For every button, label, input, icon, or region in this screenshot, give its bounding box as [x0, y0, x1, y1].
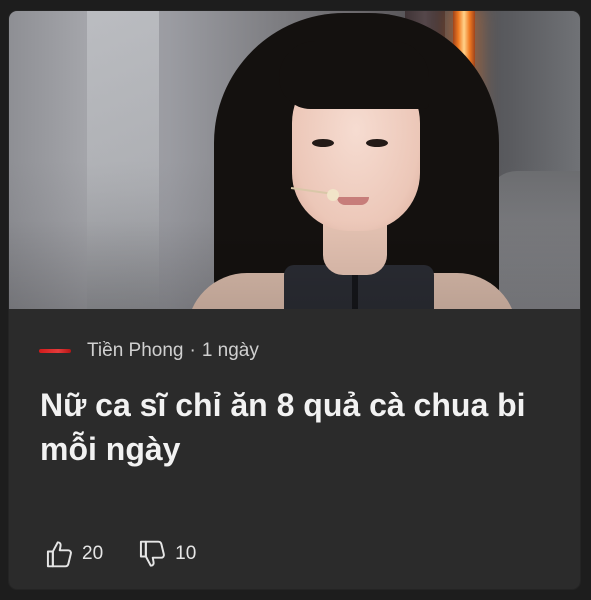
article-headline[interactable]: Nữ ca sĩ chỉ ăn 8 quả cà chua bi mỗi ngà…: [40, 383, 560, 471]
article-meta: Tiền Phong · 1 ngày: [39, 339, 259, 363]
dislike-count: 10: [175, 543, 197, 564]
reactions-bar: 20 10: [44, 536, 196, 572]
like-button[interactable]: 20: [44, 538, 103, 570]
article-age: 1 ngày: [201, 340, 259, 361]
source-name[interactable]: Tiền Phong: [87, 340, 183, 362]
meta-separator: ·: [189, 340, 196, 361]
thumbs-down-icon: [137, 538, 167, 570]
article-image[interactable]: [9, 11, 580, 309]
source-logo: [39, 346, 71, 356]
like-count: 20: [82, 543, 104, 564]
thumbs-up-icon: [44, 538, 74, 570]
news-card[interactable]: Tiền Phong · 1 ngày Nữ ca sĩ chỉ ăn 8 qu…: [9, 11, 580, 589]
dislike-button[interactable]: 10: [137, 538, 196, 570]
